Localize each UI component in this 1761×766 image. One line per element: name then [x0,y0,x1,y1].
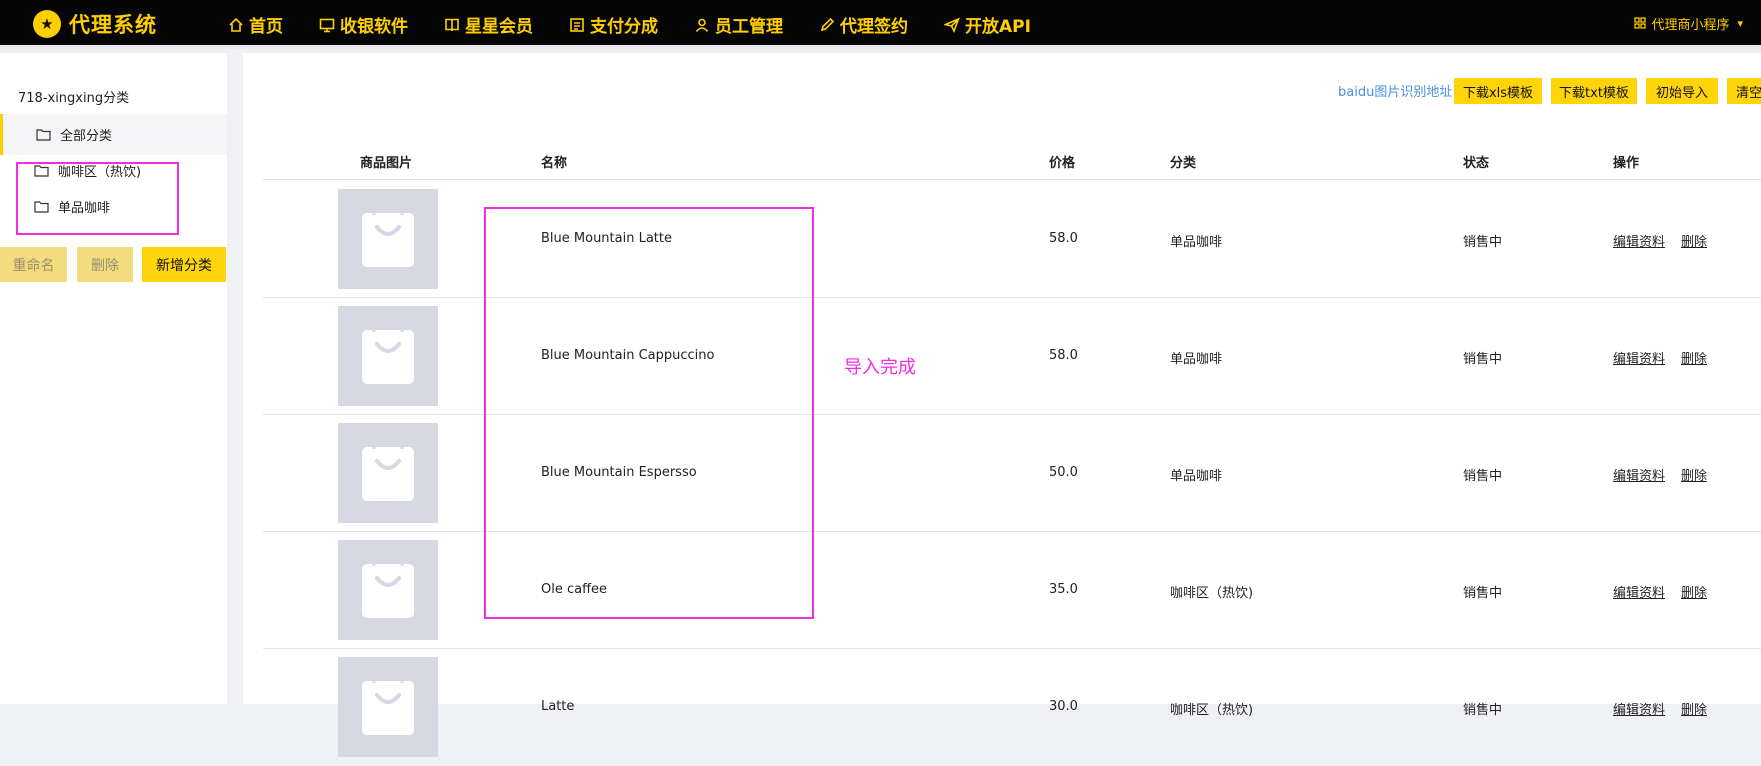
product-status: 销售中 [1463,586,1503,601]
shopping-bag-icon [362,328,414,384]
nav-label: 星星会员 [465,17,533,37]
shopping-bag-icon [362,211,414,267]
delete-product-link[interactable]: 删除 [1681,231,1707,250]
column-header-category: 分类 [1170,156,1197,171]
product-status: 销售中 [1463,703,1503,718]
initial-import-button[interactable]: 初始导入 [1646,78,1718,104]
product-category: 咖啡区（热饮) [1170,586,1254,601]
nav-label: 支付分成 [590,17,658,37]
delete-product-link[interactable]: 删除 [1681,582,1707,601]
product-image-placeholder [338,189,438,289]
nav-label: 首页 [249,17,283,37]
nav-item-agent-contract[interactable]: 代理签约 [819,12,908,37]
book-icon [445,18,459,31]
download-xls-template-button[interactable]: 下载xls模板 [1454,78,1542,104]
column-header-price: 价格 [1049,156,1076,171]
product-price: 35.0 [1049,582,1078,597]
store-category-title: 718-xingxing分类 [18,91,130,106]
product-price: 30.0 [1049,699,1078,714]
send-icon [944,17,960,33]
product-image-placeholder [338,540,438,640]
nav-item-payment-share[interactable]: 支付分成 [569,12,658,37]
highlight-box-categories [16,162,179,235]
product-status: 销售中 [1463,469,1503,484]
chevron-down-icon: ▾ [1737,16,1743,30]
product-status: 销售中 [1463,352,1503,367]
nav-item-open-api[interactable]: 开放API [944,12,1031,37]
home-icon [229,17,243,32]
edit-product-link[interactable]: 编辑资料 [1613,348,1665,367]
nav-label: 员工管理 [715,17,783,37]
edit-product-link[interactable]: 编辑资料 [1613,699,1665,718]
edit-product-link[interactable]: 编辑资料 [1613,582,1665,601]
account-menu[interactable]: 代理商小程序 ▾ [1634,0,1743,46]
nav-label: 开放API [965,17,1031,37]
shopping-bag-icon [362,562,414,618]
edit-product-link[interactable]: 编辑资料 [1613,231,1665,250]
pen-icon [820,17,835,31]
import-complete-annotation: 导入完成 [844,357,916,378]
monitor-icon [319,18,335,32]
product-image-placeholder [338,306,438,406]
delete-product-link[interactable]: 删除 [1681,465,1707,484]
grid-icon [1634,17,1647,29]
edit-product-link[interactable]: 编辑资料 [1613,465,1665,484]
delete-product-link[interactable]: 删除 [1681,348,1707,367]
column-header-status: 状态 [1463,156,1490,171]
nav-label: 收银软件 [340,17,408,37]
product-category: 单品咖啡 [1170,235,1223,250]
shopping-bag-icon [362,679,414,735]
table-header: 商品图片 名称 价格 分类 状态 操作 [263,138,1761,180]
product-panel: baidu图片识别地址 下载xls模板 下载txt模板 初始导入 清空 商品图片… [243,53,1761,757]
star-badge-icon: ★ [33,10,61,38]
main-nav: 首页 收银软件 星星会员 支付分成 员工管理 代理签约 开放API [228,0,1067,49]
add-category-button[interactable]: 新增分类 [142,247,226,282]
nav-label: 代理签约 [840,17,908,37]
product-image-placeholder [338,657,438,757]
clear-button[interactable]: 清空 [1727,78,1761,104]
top-navbar: ★ 代理系统 首页 收银软件 星星会员 支付分成 员工管理 代理签约 开放API… [0,0,1761,49]
product-category: 单品咖啡 [1170,352,1223,367]
product-category: 咖啡区（热饮) [1170,703,1254,718]
folder-icon [36,129,51,141]
category-all[interactable]: 全部分类 [0,114,227,155]
nav-item-staff[interactable]: 员工管理 [694,12,783,37]
highlight-box-imported-names [484,207,814,619]
column-header-image: 商品图片 [360,156,413,171]
product-price: 58.0 [1049,231,1078,246]
brand-logo[interactable]: ★ 代理系统 [33,9,157,39]
category-sidebar: 718-xingxing分类 全部分类 咖啡区（热饮) 单品咖啡 重命名 删除 … [0,53,227,704]
nav-item-home[interactable]: 首页 [228,12,283,37]
product-name: Latte [541,699,575,714]
delete-category-button[interactable]: 删除 [77,247,133,282]
product-image-placeholder [338,423,438,523]
nav-item-pos-software[interactable]: 收银软件 [319,12,408,37]
column-header-actions: 操作 [1613,156,1640,171]
account-label: 代理商小程序 [1651,17,1730,33]
download-txt-template-button[interactable]: 下载txt模板 [1551,78,1637,104]
shopping-bag-icon [362,445,414,501]
category-label: 全部分类 [60,129,113,144]
delete-product-link[interactable]: 删除 [1681,699,1707,718]
product-price: 50.0 [1049,465,1078,480]
product-price: 58.0 [1049,348,1078,363]
nav-item-membership[interactable]: 星星会员 [444,12,533,37]
product-category: 单品咖啡 [1170,469,1223,484]
receipt-icon [570,17,584,32]
product-status: 销售中 [1463,235,1503,250]
rename-button[interactable]: 重命名 [0,247,67,282]
brand-name: 代理系统 [69,13,157,37]
baidu-image-recognition-link[interactable]: baidu图片识别地址 [1338,81,1452,100]
column-header-name: 名称 [541,156,568,171]
user-icon [695,18,709,32]
table-row: Latte 30.0 咖啡区（热饮) 销售中 编辑资料 删除 [263,649,1761,766]
